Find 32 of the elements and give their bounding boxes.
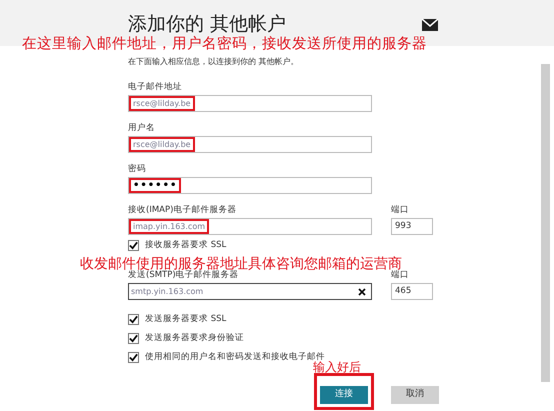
connect-button[interactable]: 连接 xyxy=(320,386,368,404)
checkbox[interactable] xyxy=(128,333,139,344)
input-field[interactable]: imap.yin.163.com xyxy=(128,218,372,235)
page-title: 添加你的 其他帐户 xyxy=(128,15,286,34)
input-field[interactable]: •••••• xyxy=(128,177,372,194)
input-field[interactable]: rsce@lilday.be xyxy=(128,136,372,153)
field-label: 发送(SMTP)电子邮件服务器 xyxy=(128,270,240,281)
field-label: 端口 xyxy=(391,204,409,216)
field-label: 用户名 xyxy=(128,122,156,134)
checkbox[interactable] xyxy=(128,314,139,325)
port-field[interactable]: 465 xyxy=(391,283,433,300)
clear-icon[interactable] xyxy=(358,288,366,296)
field-label: 电子邮件地址 xyxy=(128,81,183,93)
port-field[interactable]: 993 xyxy=(391,218,433,235)
annotation-text: 在这里输入邮件地址，用户名密码，接收发送所使用的服务器 xyxy=(22,37,427,52)
annotation-text: 输入好后 xyxy=(313,361,361,373)
intro-text: 在下面输入相应信息，以连接到你的 其他帐户。 xyxy=(128,56,300,68)
checkbox[interactable] xyxy=(128,240,139,250)
checkbox-label: 发送服务器要求身份验证 xyxy=(145,332,244,345)
cancel-button[interactable]: 取消 xyxy=(391,386,439,404)
envelope-icon xyxy=(422,19,438,31)
field-label: 密码 xyxy=(128,163,147,175)
checkbox-label: 发送服务器要求 SSL xyxy=(145,313,226,326)
checkbox-label: 接收服务器要求 SSL xyxy=(145,238,226,252)
field-label: 端口 xyxy=(391,270,409,281)
checkbox-label: 使用相同的用户名和密码发送和接收电子邮件 xyxy=(145,351,325,362)
input-field[interactable]: smtp.yin.163.com xyxy=(128,283,372,300)
annotation-text: 收发邮件使用的服务器地址具体咨询您邮箱的运营商 xyxy=(80,257,402,271)
checkbox[interactable] xyxy=(128,352,139,363)
input-field[interactable]: rsce@lilday.be xyxy=(128,95,372,112)
scrollbar[interactable] xyxy=(541,64,550,382)
field-label: 接收(IMAP)电子邮件服务器 xyxy=(128,204,238,216)
